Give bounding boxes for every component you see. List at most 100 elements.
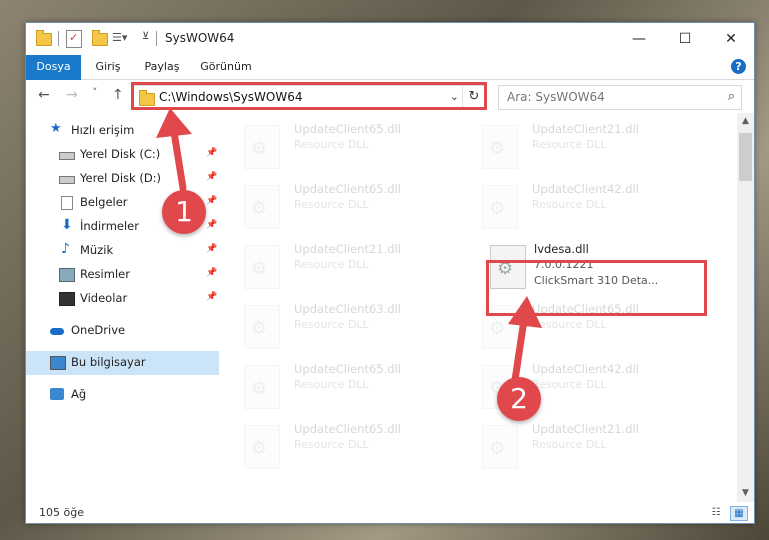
item-count: 105 öğe — [39, 506, 84, 519]
sidebar-item-label: Bu bilgisayar — [71, 355, 146, 369]
sidebar-item-label: Yerel Disk (C:) — [80, 147, 161, 161]
file-description: Resource DLL — [532, 138, 607, 151]
sidebar-item-network[interactable]: Ağ — [26, 383, 219, 407]
recent-locations-button[interactable]: ˅ — [92, 86, 98, 99]
pictures-icon — [59, 268, 75, 282]
help-icon[interactable]: ? — [731, 59, 746, 74]
file-item[interactable]: UpdateClient65.dll Resource DLL — [220, 421, 450, 481]
pin-icon[interactable]: 📌 — [206, 196, 217, 206]
customize-toolbar-icon[interactable]: ☰▾ — [112, 31, 127, 49]
search-box[interactable]: ⌕ — [498, 85, 742, 110]
ribbon-tabs: Dosya Giriş Paylaş Görünüm ? — [26, 55, 754, 115]
file-item[interactable]: UpdateClient65.dll Resource DLL — [220, 181, 450, 241]
sidebar-item-quick-access[interactable]: ★ Hızlı erişim — [26, 119, 219, 143]
back-button[interactable]: ← — [38, 87, 50, 103]
file-list: UpdateClient65.dll Resource DLL UpdateCl… — [220, 113, 736, 502]
forward-button[interactable]: → — [66, 87, 78, 103]
file-name: lvdesa.dll — [534, 242, 589, 256]
minimize-button[interactable]: — — [616, 23, 662, 55]
scroll-down-icon[interactable]: ▼ — [737, 485, 754, 502]
cloud-icon — [50, 328, 64, 335]
file-name: UpdateClient21.dll — [294, 242, 401, 256]
network-icon — [50, 388, 64, 400]
tab-share[interactable]: Paylaş — [138, 55, 186, 79]
pin-icon[interactable]: 📌 — [206, 292, 217, 302]
dll-file-icon — [482, 425, 518, 469]
file-description: Resource DLL — [294, 378, 369, 391]
pin-icon[interactable]: 📌 — [206, 148, 217, 158]
drive-icon — [59, 152, 75, 160]
sidebar-item-this-pc[interactable]: Bu bilgisayar — [26, 351, 219, 375]
close-button[interactable]: ✕ — [708, 23, 754, 55]
sidebar-item-label: Videolar — [80, 291, 128, 305]
file-name: UpdateClient65.dll — [294, 122, 401, 136]
sidebar-item-label: Resimler — [80, 267, 130, 281]
downloads-icon: ⬇ — [61, 217, 73, 233]
file-name: UpdateClient21.dll — [532, 422, 639, 436]
file-item[interactable]: UpdateClient21.dll Resource DLL — [458, 121, 688, 181]
sidebar-item-videos[interactable]: Videolar 📌 — [26, 287, 219, 311]
computer-icon — [50, 356, 66, 370]
quick-access-dropdown-icon[interactable]: ⊻ — [142, 31, 149, 49]
details-view-icon[interactable]: ☷ — [708, 506, 724, 519]
file-item[interactable]: UpdateClient65.dll Resource DLL — [220, 121, 450, 181]
sidebar-item-label: Ağ — [71, 387, 87, 401]
step-2-badge: 2 — [497, 377, 541, 421]
file-item[interactable]: UpdateClient63.dll Resource DLL — [220, 301, 450, 361]
pin-icon[interactable]: 📌 — [206, 244, 217, 254]
step-1-badge: 1 — [162, 190, 206, 234]
file-name: UpdateClient21.dll — [532, 122, 639, 136]
file-description: Resource DLL — [294, 138, 369, 151]
file-name: UpdateClient63.dll — [294, 302, 401, 316]
dll-file-icon — [244, 185, 280, 229]
up-button[interactable]: ↑ — [112, 87, 124, 103]
file-item[interactable]: UpdateClient21.dll Resource DLL — [458, 421, 688, 481]
tab-view[interactable]: Görünüm — [198, 55, 254, 79]
search-input[interactable] — [505, 89, 709, 105]
pin-icon[interactable]: 📌 — [206, 220, 217, 230]
sidebar-item-local-disk-c[interactable]: Yerel Disk (C:) 📌 — [26, 143, 219, 167]
dll-file-icon — [244, 245, 280, 289]
file-description: Resource DLL — [532, 438, 607, 451]
sidebar-item-label: OneDrive — [71, 323, 126, 337]
file-item[interactable]: UpdateClient65.dll Resource DLL — [220, 361, 450, 421]
sidebar-item-music[interactable]: ♪ Müzik 📌 — [26, 239, 219, 263]
file-description: Resource DLL — [294, 258, 369, 271]
folder-icon — [36, 30, 52, 51]
scroll-up-icon[interactable]: ▲ — [737, 113, 754, 130]
videos-icon — [59, 292, 75, 306]
title-bar: ✓ ☰▾ ⊻ SysWOW64 — ☐ ✕ — [26, 23, 754, 55]
sidebar-item-label: Hızlı erişim — [71, 123, 135, 137]
file-item[interactable]: UpdateClient42.dll Resource DLL — [458, 361, 688, 421]
dll-file-icon — [244, 305, 280, 349]
file-item[interactable]: UpdateClient21.dll Resource DLL — [220, 241, 450, 301]
maximize-button[interactable]: ☐ — [662, 23, 708, 55]
scroll-thumb[interactable] — [739, 133, 752, 181]
dll-file-icon — [482, 185, 518, 229]
pin-icon[interactable]: 📌 — [206, 268, 217, 278]
dll-file-icon — [244, 365, 280, 409]
tab-home[interactable]: Giriş — [86, 55, 130, 79]
sidebar-item-pictures[interactable]: Resimler 📌 — [26, 263, 219, 287]
sidebar-item-label: Belgeler — [80, 195, 128, 209]
sidebar-item-label: İndirmeler — [80, 219, 139, 233]
dll-file-icon — [244, 125, 280, 169]
file-name: UpdateClient42.dll — [532, 182, 639, 196]
status-bar: 105 öğe ☷ ▦ — [26, 502, 754, 523]
file-description: Resource DLL — [532, 378, 607, 391]
navigation-pane: ★ Hızlı erişim Yerel Disk (C:) 📌 Yerel D… — [26, 113, 219, 502]
address-highlight-box — [131, 82, 487, 110]
search-icon[interactable]: ⌕ — [728, 89, 735, 104]
pin-icon[interactable]: 📌 — [206, 172, 217, 182]
divider — [156, 31, 157, 46]
file-highlight-box — [486, 260, 707, 316]
tiles-view-icon[interactable]: ▦ — [730, 506, 748, 521]
sidebar-item-local-disk-d[interactable]: Yerel Disk (D:) 📌 — [26, 167, 219, 191]
dll-file-icon — [482, 125, 518, 169]
sidebar-item-onedrive[interactable]: OneDrive — [26, 319, 219, 343]
properties-icon[interactable]: ✓ — [66, 30, 82, 48]
file-item[interactable]: UpdateClient42.dll Resource DLL — [458, 181, 688, 241]
new-folder-icon[interactable] — [92, 30, 108, 51]
vertical-scrollbar[interactable]: ▲ ▼ — [737, 113, 754, 502]
drive-icon — [59, 176, 75, 184]
